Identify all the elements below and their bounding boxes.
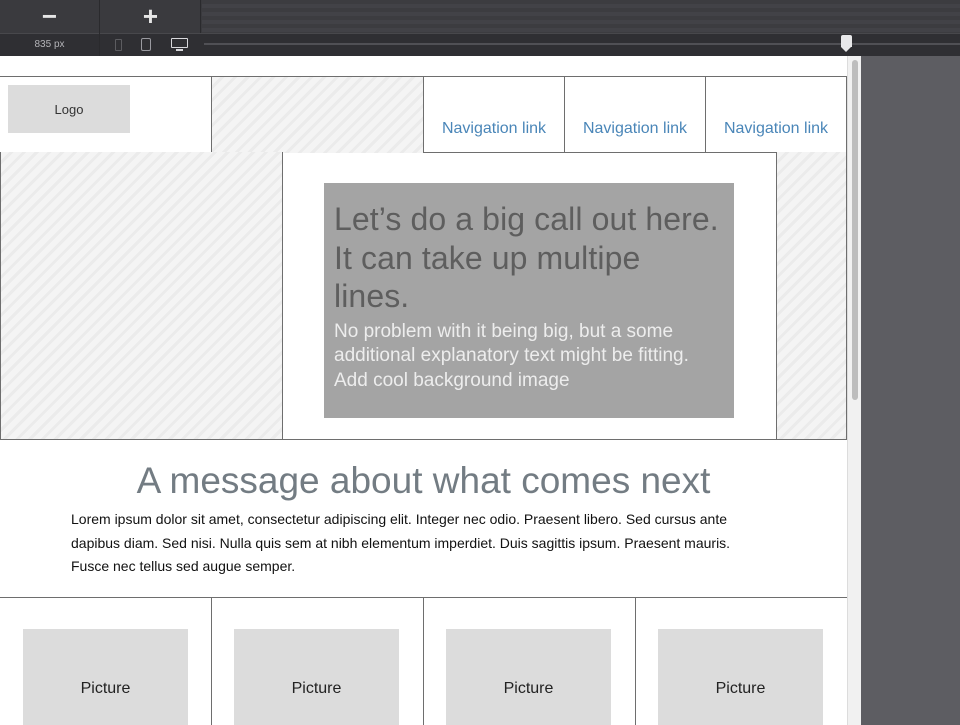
vertical-scrollbar[interactable] <box>847 56 861 725</box>
width-slider-handle[interactable] <box>841 35 852 52</box>
picture-cell: Picture <box>0 598 212 725</box>
phone-icon[interactable] <box>114 38 122 51</box>
desktop-icon[interactable] <box>171 38 189 51</box>
tablet-icon[interactable] <box>141 38 152 51</box>
header-placeholder <box>212 77 424 153</box>
hero-right-placeholder <box>776 152 847 439</box>
nav-link-3[interactable]: Navigation link <box>706 77 847 153</box>
picture-placeholder: Picture <box>658 629 823 725</box>
picture-cell: Picture <box>212 598 424 725</box>
picture-cell: Picture <box>424 598 636 725</box>
zoom-out-button[interactable]: − <box>0 0 100 33</box>
message-heading: A message about what comes next <box>136 460 711 501</box>
toolbar-ruler <box>202 0 960 33</box>
scrollbar-thumb[interactable] <box>852 60 858 400</box>
picture-row: Picture Picture Picture Picture <box>0 597 847 725</box>
picture-placeholder: Picture <box>446 629 611 725</box>
callout-title: Let’s do a big call out here. It can tak… <box>334 201 719 314</box>
width-readout: 835 px <box>0 33 100 56</box>
hero-callout: Let’s do a big call out here. It can tak… <box>324 183 734 418</box>
hero-left-placeholder <box>0 152 283 439</box>
callout-text: No problem with it being big, but a some… <box>334 320 689 391</box>
preview-canvas: Logo Navigation link Navigation link Nav… <box>0 56 847 725</box>
site-header: Logo Navigation link Navigation link Nav… <box>0 76 847 153</box>
device-selector <box>101 33 202 56</box>
picture-placeholder: Picture <box>23 629 188 725</box>
picture-placeholder: Picture <box>234 629 399 725</box>
nav-link-1[interactable]: Navigation link <box>424 77 565 153</box>
zoom-in-button[interactable]: + <box>101 0 201 33</box>
logo-cell: Logo <box>0 77 212 153</box>
logo[interactable]: Logo <box>8 85 130 133</box>
message-paragraph: Lorem ipsum dolor sit amet, consectetur … <box>71 511 731 574</box>
picture-cell: Picture <box>636 598 847 725</box>
preview-toolbar: − + 835 px <box>0 0 960 56</box>
nav-link-2[interactable]: Navigation link <box>565 77 706 153</box>
hero-section: Let’s do a big call out here. It can tak… <box>0 152 847 440</box>
